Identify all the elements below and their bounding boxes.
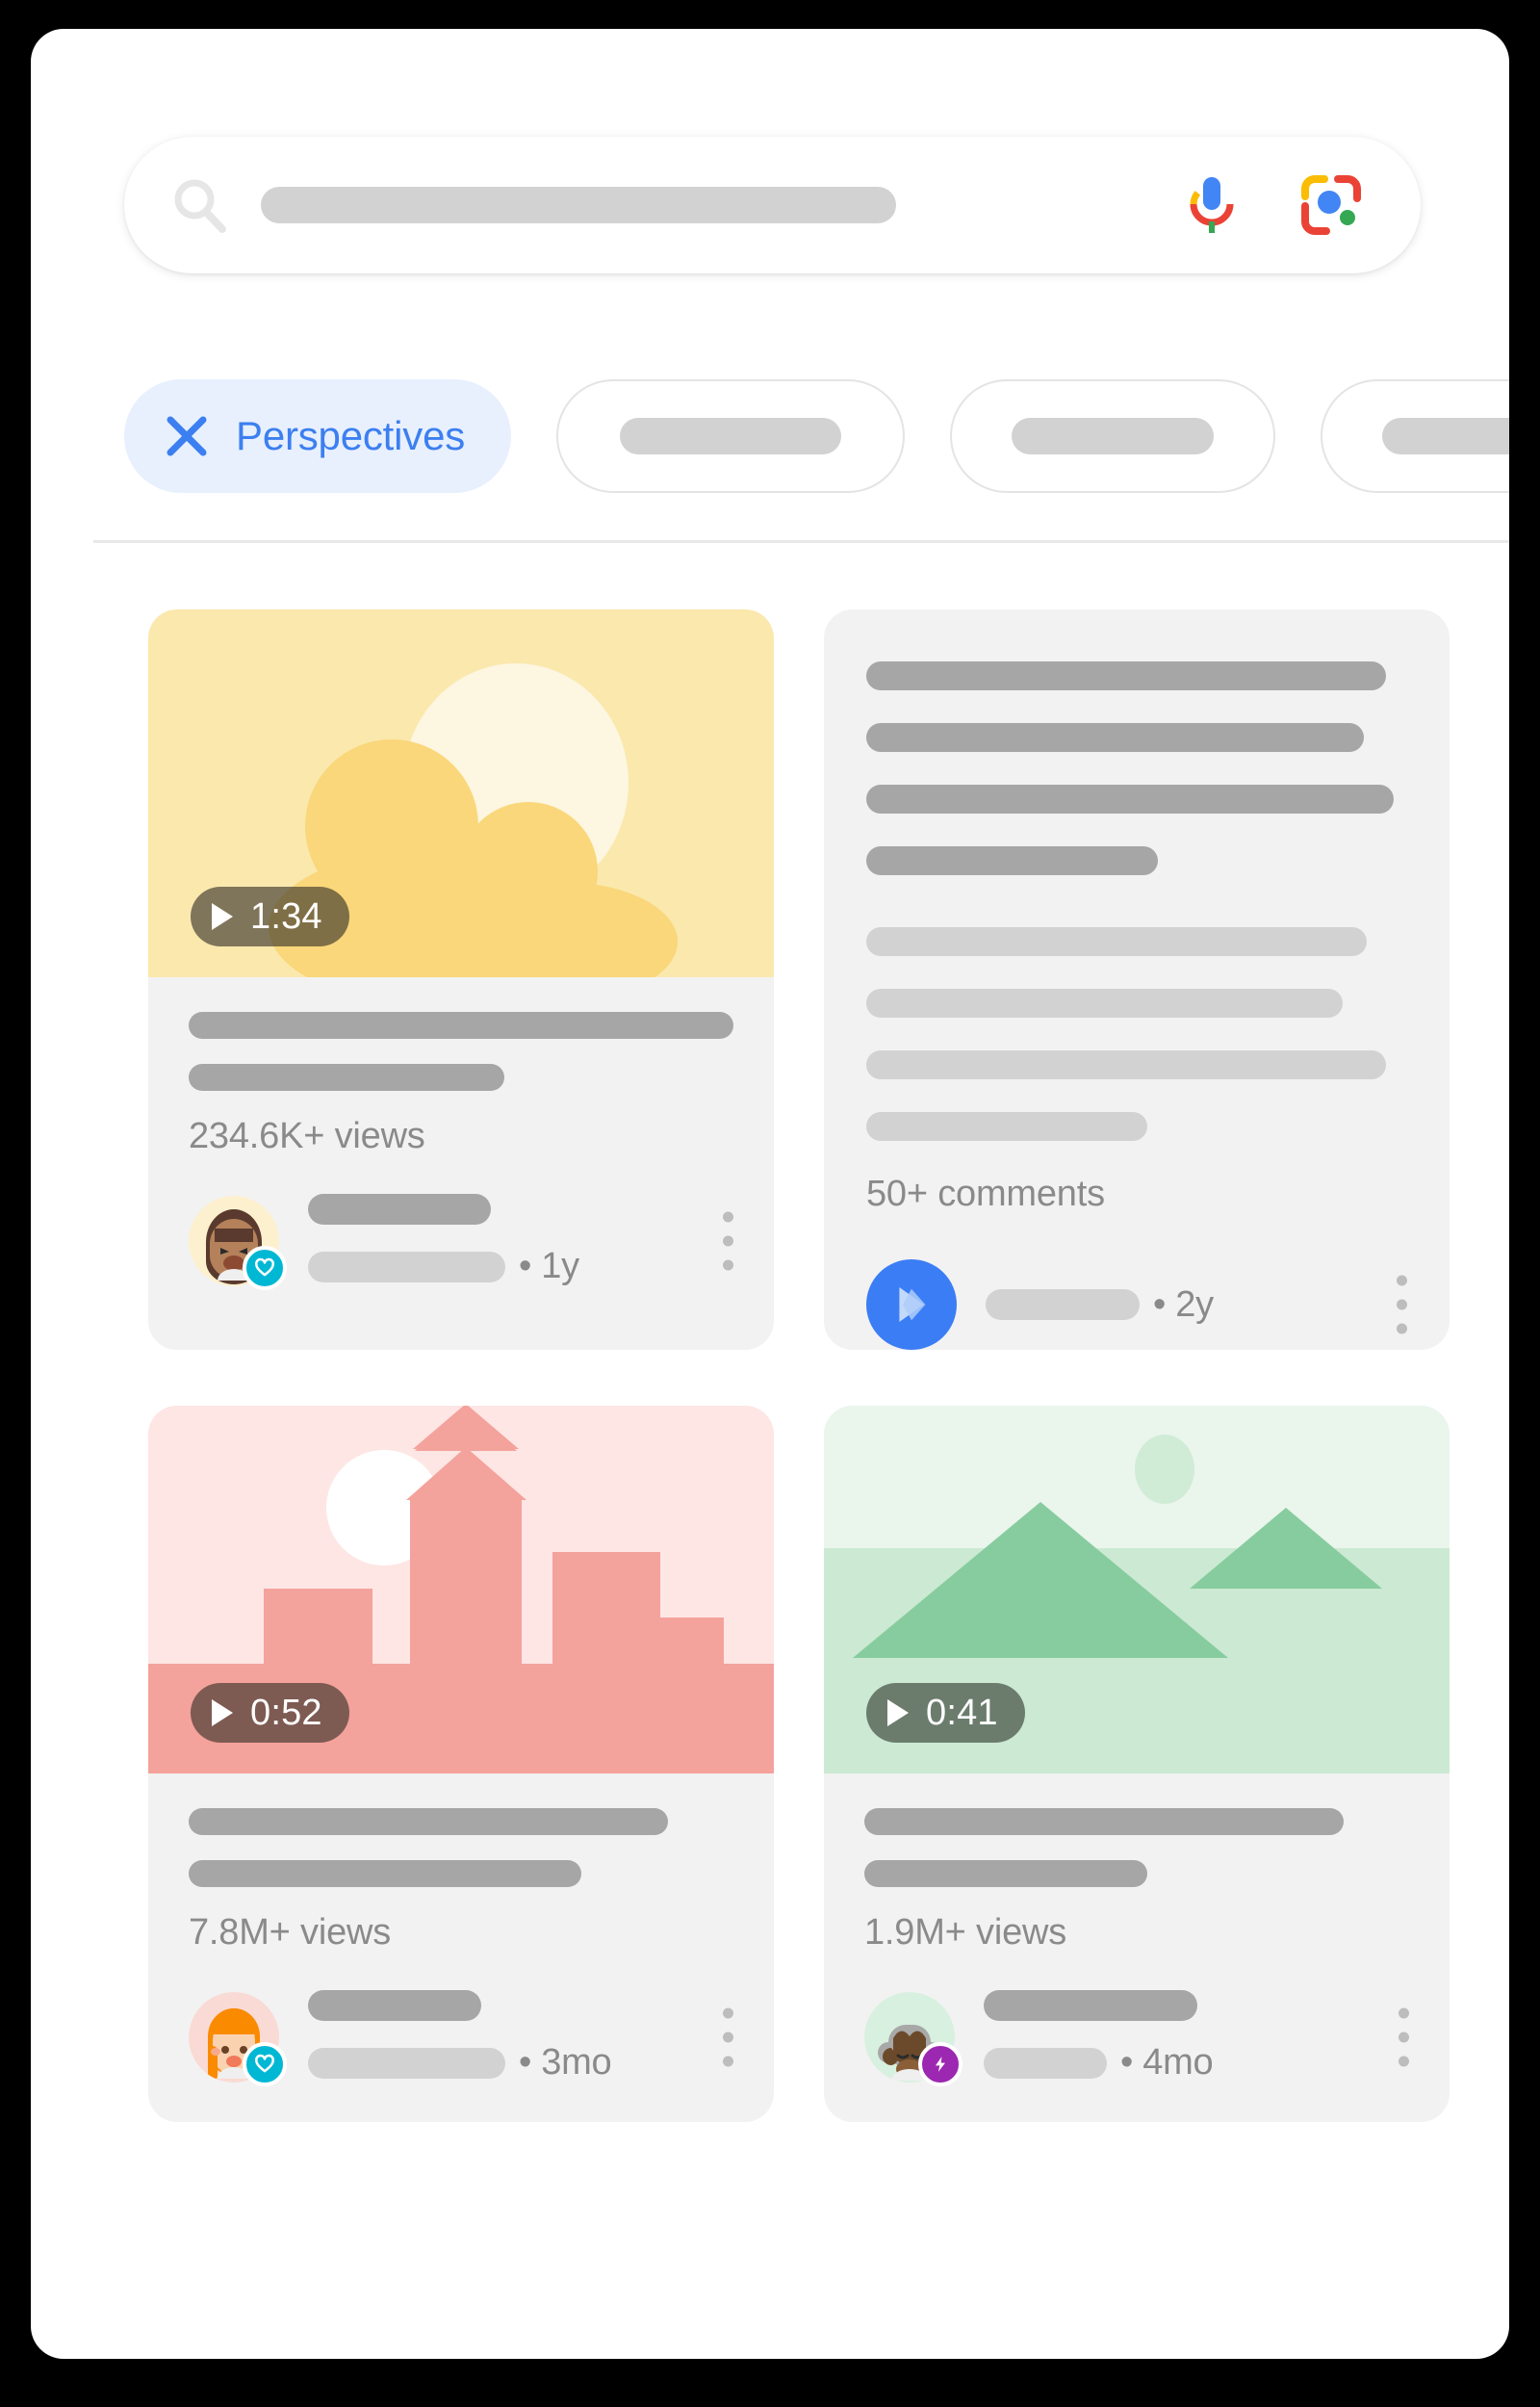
author-name-placeholder (308, 1990, 481, 2021)
author-sub-row: • 1y (308, 1246, 733, 1287)
chip-placeholder-2[interactable] (950, 379, 1276, 493)
author-placeholder-lines: • 3mo (308, 1990, 733, 2083)
filter-chip-row: Perspectives (124, 379, 1509, 493)
search-input[interactable] (261, 187, 896, 223)
duration-badge: 1:34 (191, 887, 349, 946)
view-count: 1.9M+ views (864, 1912, 1067, 1953)
more-options-icon[interactable] (1396, 1275, 1407, 1334)
header-divider (93, 540, 1509, 543)
results-grid: 1:34 234.6K+ views • 1y 50+ comments • 2… (148, 609, 1478, 2122)
author-name-placeholder (984, 1990, 1197, 2021)
chip-perspectives[interactable]: Perspectives (124, 379, 512, 493)
view-count: 7.8M+ views (189, 1912, 392, 1953)
result-card-video-3[interactable]: 0:41 1.9M+ views • 4mo (824, 1406, 1450, 2122)
title-placeholder-line (189, 1808, 669, 1835)
duration-label: 0:41 (926, 1692, 998, 1733)
author-row: • 3mo (189, 1990, 733, 2086)
text-placeholder-line (866, 989, 1343, 1018)
text-placeholder-line (866, 785, 1394, 814)
play-icon (212, 903, 233, 930)
search-icon (170, 175, 230, 235)
google-lens-icon[interactable] (1301, 175, 1361, 235)
avatar (189, 1991, 287, 2086)
search-bar-container (124, 137, 1421, 273)
post-age: • 1y (519, 1246, 579, 1286)
post-age: • 4mo (1120, 2042, 1214, 2083)
duration-badge: 0:52 (191, 1683, 349, 1743)
avatar (866, 1259, 957, 1350)
author-sub-row: • 4mo (984, 2042, 1409, 2083)
more-options-icon[interactable] (722, 1211, 733, 1270)
author-source-placeholder (986, 1289, 1140, 1320)
text-placeholder-line (866, 846, 1159, 875)
chip-placeholder-1[interactable] (556, 379, 906, 493)
chip-placeholder-pill (620, 418, 842, 454)
play-icon (887, 1699, 909, 1726)
chip-label-perspectives: Perspectives (236, 413, 466, 458)
author-row: • 2y (866, 1259, 1407, 1350)
title-placeholder-line (189, 1012, 733, 1039)
author-row: • 1y (189, 1194, 733, 1290)
author-source-placeholder (984, 2047, 1107, 2079)
author-sub-row: • 3mo (308, 2042, 733, 2083)
post-age: • 2y (1153, 1283, 1214, 1325)
result-card-video-2[interactable]: 0:52 7.8M+ views • 3mo (148, 1406, 774, 2122)
text-placeholder-line (866, 661, 1386, 690)
author-sub-row: • 2y (986, 1284, 1407, 1326)
author-placeholder-lines: • 4mo (984, 1990, 1409, 2083)
author-source-placeholder (308, 2047, 505, 2079)
heart-badge (243, 2041, 287, 2086)
text-placeholder-line (866, 1050, 1386, 1079)
view-count: 234.6K+ views (189, 1116, 425, 1156)
discussion-body: 50+ comments • 2y (824, 609, 1450, 1350)
play-icon (212, 1699, 233, 1726)
blue-play-avatar (866, 1259, 957, 1350)
chip-placeholder-pill (1382, 418, 1509, 454)
text-placeholder-line (866, 1112, 1148, 1141)
more-options-icon[interactable] (1398, 2007, 1409, 2066)
title-placeholder-line (864, 1808, 1345, 1835)
chip-placeholder-pill (1012, 418, 1215, 454)
title-placeholder-line (189, 1860, 581, 1887)
chip-placeholder-3[interactable] (1321, 379, 1509, 493)
lightning-badge (918, 2041, 962, 2086)
author-placeholder-lines: • 1y (308, 1194, 733, 1287)
author-placeholder-lines: • 2y (986, 1284, 1407, 1326)
card-body: 234.6K+ views • 1y (148, 977, 774, 1326)
app-window: Perspectives 1:34 234.6K+ views • 1y 50+… (31, 29, 1509, 2359)
post-age: • 3mo (519, 2042, 612, 2083)
duration-badge: 0:41 (866, 1683, 1025, 1743)
more-options-icon[interactable] (722, 2007, 733, 2066)
card-body: 1.9M+ views • 4mo (824, 1773, 1450, 2122)
duration-label: 0:52 (250, 1692, 322, 1733)
text-placeholder-line (866, 927, 1367, 956)
search-bar[interactable] (124, 137, 1421, 273)
avatar (864, 1991, 962, 2086)
heart-badge (243, 1245, 287, 1290)
cityscape-illustration: 0:52 (148, 1406, 774, 1773)
avatar (189, 1195, 287, 1290)
title-placeholder-line (864, 1860, 1148, 1887)
text-placeholder-line (866, 723, 1365, 752)
author-row: • 4mo (864, 1990, 1409, 2086)
search-actions (1188, 175, 1374, 235)
author-name-placeholder (308, 1194, 491, 1225)
mountains-illustration: 0:41 (824, 1406, 1450, 1773)
title-placeholder-line (189, 1064, 505, 1091)
cloud-sun-illustration: 1:34 (148, 609, 774, 977)
result-card-video-1[interactable]: 1:34 234.6K+ views • 1y (148, 609, 774, 1350)
comment-count: 50+ comments (866, 1174, 1105, 1214)
duration-label: 1:34 (250, 895, 322, 937)
card-body: 7.8M+ views • 3mo (148, 1773, 774, 2122)
close-icon[interactable] (165, 414, 209, 458)
author-source-placeholder (308, 1251, 505, 1282)
result-card-discussion[interactable]: 50+ comments • 2y (824, 609, 1450, 1350)
microphone-icon[interactable] (1188, 175, 1236, 235)
